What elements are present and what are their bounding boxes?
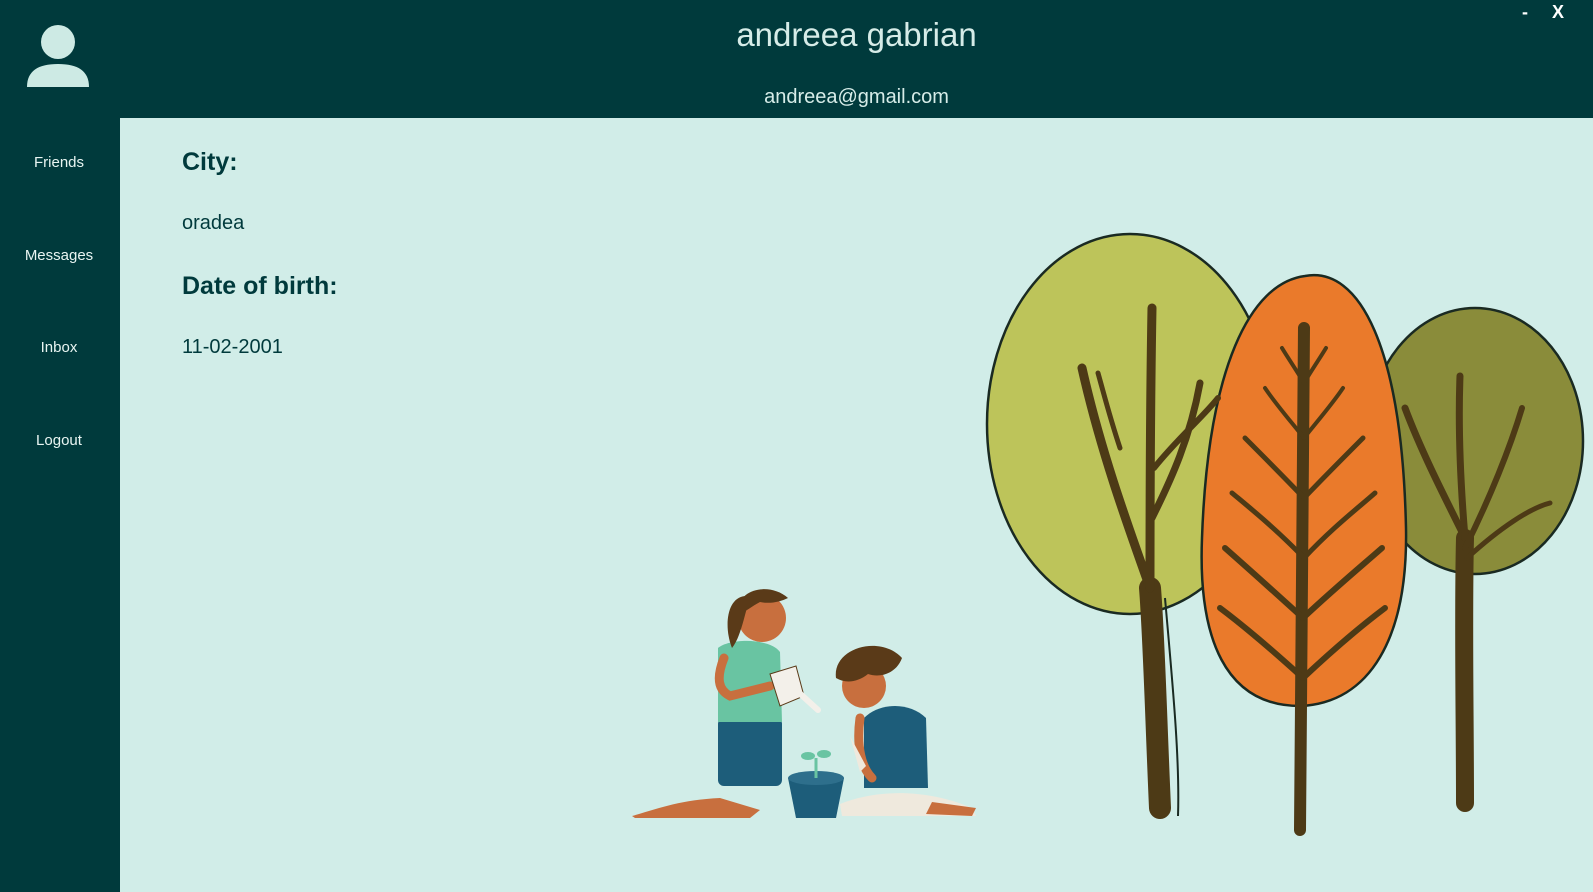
profile-header: andreea gabrian andreea@gmail.com <box>120 0 1593 118</box>
sidebar-item-inbox[interactable]: Inbox <box>0 339 118 356</box>
profile-content: City: oradea Date of birth: 11-02-2001 <box>120 118 1593 892</box>
user-avatar-icon <box>27 25 89 87</box>
sidebar: Friends Messages Inbox Logout <box>0 0 120 892</box>
close-button[interactable]: X <box>1552 2 1564 23</box>
sidebar-item-messages[interactable]: Messages <box>0 247 118 264</box>
user-email: andreea@gmail.com <box>764 86 949 108</box>
sidebar-item-friends[interactable]: Friends <box>0 154 118 171</box>
gardening-kids-illustration <box>632 589 976 818</box>
minimize-button[interactable]: - <box>1522 2 1528 23</box>
sidebar-item-logout[interactable]: Logout <box>0 432 118 449</box>
user-name: andreea gabrian <box>736 16 977 53</box>
